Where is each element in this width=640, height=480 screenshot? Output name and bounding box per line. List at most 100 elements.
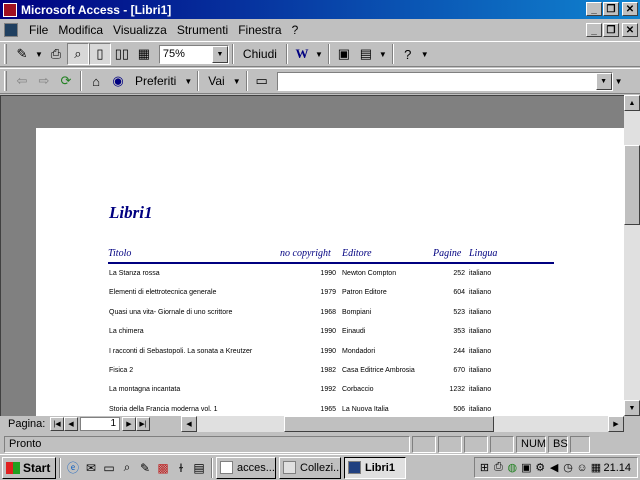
page-number-field[interactable]: 1 [80, 417, 120, 431]
two-pages-icon[interactable]: ▯▯ [111, 43, 133, 65]
globe-icon[interactable]: ◍ [506, 461, 519, 475]
cell-title: Storia della Francia moderna vol. 1 [109, 405, 218, 413]
chevron-down-icon[interactable]: ▼ [211, 45, 228, 63]
toolbar-grip[interactable] [4, 71, 7, 91]
cell-publisher: Mondadori [342, 347, 376, 355]
one-page-icon[interactable]: ▯ [88, 43, 111, 65]
zoom-icon[interactable]: ⌕ [66, 43, 89, 65]
next-page-icon[interactable]: ▶ [122, 417, 136, 431]
separator [391, 44, 394, 64]
notepad-icon[interactable]: ✎ [136, 459, 154, 477]
cell-publisher: Casa Editrice Ambrosia [342, 367, 415, 374]
status-panel-empty [490, 435, 514, 453]
chevron-down-icon[interactable]: ▼ [595, 72, 612, 90]
network-icon[interactable]: ⊞ [478, 461, 491, 475]
monitor-icon[interactable]: ▣ [520, 461, 533, 475]
scroll-up-icon[interactable]: ▲ [624, 95, 640, 111]
word-icon[interactable]: W [291, 43, 313, 65]
document-icon[interactable] [4, 23, 18, 37]
address-field[interactable]: ▼ [276, 71, 613, 91]
outlook-icon[interactable]: ✉ [82, 459, 100, 477]
print-icon[interactable]: ⎙ [45, 43, 67, 65]
new-object-icon[interactable]: ▤ [355, 43, 377, 65]
view-design-icon[interactable]: ✎ [11, 43, 33, 65]
menu-finestra[interactable]: Finestra [233, 23, 286, 37]
show-only-web-toolbar-icon[interactable]: ▭ [251, 70, 273, 92]
first-page-icon[interactable]: |◀ [50, 417, 64, 431]
search-web-icon[interactable]: ◉ [107, 70, 129, 92]
menu-visualizza[interactable]: Visualizza [108, 23, 172, 37]
previous-page-icon[interactable]: ◀ [64, 417, 78, 431]
close-preview-button[interactable]: Chiudi [237, 47, 283, 61]
keyboard-icon[interactable]: ▦ [590, 461, 603, 475]
tool-icon[interactable]: ɫ [172, 459, 190, 477]
chevron-down-icon[interactable]: ▼ [615, 77, 623, 86]
printer-icon[interactable]: ⎙ [492, 461, 505, 475]
vertical-scrollbar[interactable]: ▲ ▼ [624, 95, 640, 416]
refresh-icon[interactable]: ⟳ [55, 70, 77, 92]
chat-icon[interactable]: ☺ [576, 461, 589, 475]
close-button[interactable]: ✕ [622, 2, 638, 16]
chevron-down-icon[interactable]: ▼ [315, 50, 323, 59]
cell-year: 1965 [320, 405, 336, 413]
status-panel-empty [464, 435, 488, 453]
start-button[interactable]: Start [2, 456, 56, 479]
scheduler-icon[interactable]: ◷ [562, 461, 575, 475]
cell-publisher: Einaudi [342, 328, 366, 336]
chevron-down-icon[interactable]: ▼ [184, 77, 192, 86]
menu-file[interactable]: File [24, 23, 53, 37]
doc-close-button[interactable]: ✕ [622, 23, 638, 37]
cell-title: Fisica 2 [109, 367, 134, 374]
internet-explorer-icon[interactable]: ⓔ [64, 459, 82, 477]
horizontal-scroll-thumb[interactable] [284, 416, 494, 432]
doc-minimize-button[interactable]: _ [586, 23, 602, 37]
chevron-down-icon[interactable]: ▼ [233, 77, 241, 86]
cell-pages: 506 [453, 405, 465, 413]
access-key-icon[interactable] [3, 2, 17, 17]
report-preview-area[interactable]: Libri1 Titolo no copyright Editore Pagin… [0, 95, 624, 416]
toolbar-grip[interactable] [4, 44, 7, 64]
go-menu[interactable]: Vai [202, 74, 230, 88]
separator [285, 44, 288, 64]
header-language: Lingua [469, 248, 498, 259]
task-label: Collezi... [300, 461, 341, 474]
menu-strumenti[interactable]: Strumenti [172, 23, 233, 37]
chevron-down-icon[interactable]: ▼ [379, 50, 387, 59]
restore-button[interactable]: ❐ [603, 2, 619, 16]
scroll-right-icon[interactable]: ▶ [608, 416, 624, 432]
menu-modifica[interactable]: Modifica [53, 23, 108, 37]
vertical-scroll-thumb[interactable] [624, 145, 640, 225]
paint-icon[interactable]: ▩ [154, 459, 172, 477]
last-page-icon[interactable]: ▶| [136, 417, 150, 431]
scroll-down-icon[interactable]: ▼ [624, 400, 640, 416]
menu-help[interactable]: ? [287, 23, 304, 37]
database-window-icon[interactable]: ▣ [333, 43, 355, 65]
horizontal-scrollbar[interactable]: ◀ ▶ [181, 416, 624, 432]
task-collezione[interactable]: Collezi... [279, 456, 341, 479]
search-icon[interactable]: ⌕ [118, 459, 136, 477]
scroll-left-icon[interactable]: ◀ [181, 416, 197, 432]
back-icon[interactable]: ⇦ [11, 70, 33, 92]
help-icon[interactable]: ? [397, 43, 419, 65]
wrench-icon[interactable]: ⚙ [534, 461, 547, 475]
zoom-combo[interactable]: 75% ▼ [158, 44, 229, 64]
report-icon [348, 461, 361, 474]
system-tray: ⊞ ⎙ ◍ ▣ ⚙ ◀ ◷ ☺ ▦ 21.14 [474, 457, 638, 478]
task-libri1[interactable]: Libri1 [344, 456, 406, 479]
forward-icon[interactable]: ⇨ [33, 70, 55, 92]
task-word[interactable]: acces... [216, 456, 276, 479]
cell-year: 1968 [320, 308, 336, 316]
cell-pages: 244 [453, 347, 465, 355]
chevron-down-icon[interactable]: ▼ [35, 50, 43, 59]
favorites-menu[interactable]: Preferiti [129, 74, 182, 88]
desktop-icon[interactable]: ▭ [100, 459, 118, 477]
volume-icon[interactable]: ◀ [548, 461, 561, 475]
doc-restore-button[interactable]: ❐ [603, 23, 619, 37]
home-icon[interactable]: ⌂ [85, 70, 107, 92]
multiple-pages-icon[interactable]: ▦ [133, 43, 155, 65]
chevron-down-icon[interactable]: ▼ [421, 50, 429, 59]
cell-title: I racconti di Sebastopoli. La sonata a K… [109, 347, 253, 355]
minimize-button[interactable]: _ [586, 2, 602, 16]
explorer-icon[interactable]: ▤ [190, 459, 208, 477]
separator [80, 71, 82, 91]
